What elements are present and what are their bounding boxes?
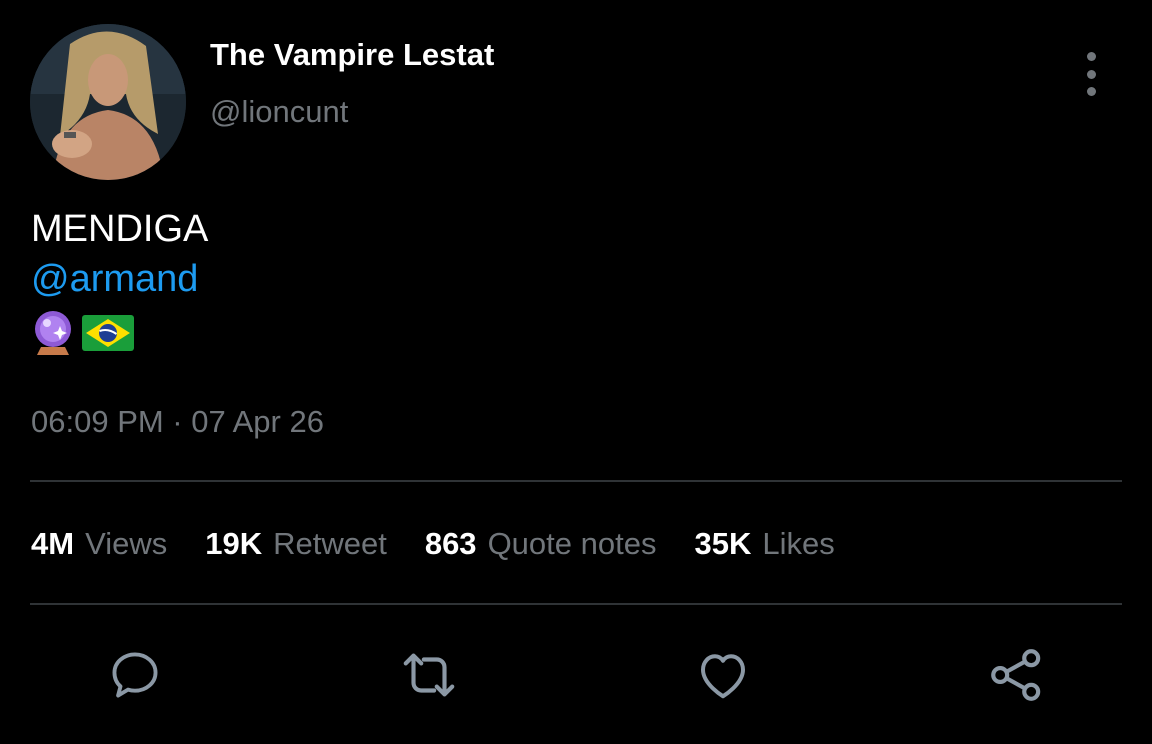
stat-views-value: 4M [31, 526, 75, 561]
stat-retweets[interactable]: 19K Retweet [205, 526, 387, 562]
emoji-row [31, 308, 208, 358]
user-handle[interactable]: @lioncunt [210, 93, 494, 131]
stat-likes-label: Likes [762, 526, 835, 561]
stat-quotes[interactable]: 863 Quote notes [425, 526, 657, 562]
tweet-body: MENDIGA @armand [31, 204, 208, 358]
divider [30, 480, 1122, 482]
stat-quotes-value: 863 [424, 526, 477, 561]
divider [30, 603, 1122, 605]
like-button[interactable] [688, 640, 758, 710]
tweet-timestamp[interactable]: 06:09 PM · 07 Apr 26 [31, 402, 324, 442]
more-options-icon[interactable] [1076, 52, 1106, 96]
more-dot [1086, 87, 1096, 96]
tweet-actions [0, 640, 1152, 710]
tweet-stats: 4M Views 19K Retweet 863 Quote notes 35K… [31, 522, 873, 566]
tweet-detail: The Vampire Lestat @lioncunt MENDIGA @ar… [0, 0, 1152, 744]
display-name[interactable]: The Vampire Lestat [210, 36, 494, 74]
stat-views[interactable]: 4M Views [31, 526, 167, 562]
share-button[interactable] [982, 640, 1052, 710]
tweet-text: MENDIGA [31, 208, 209, 250]
more-dot [1086, 52, 1096, 61]
crystal-ball-emoji [35, 311, 71, 355]
stat-retweets-label: Retweet [273, 526, 387, 561]
stat-likes-value: 35K [694, 526, 752, 561]
brazil-flag-emoji [82, 315, 134, 351]
stat-likes[interactable]: 35K Likes [694, 526, 834, 562]
mention-link[interactable]: @armand [31, 254, 208, 304]
stat-quotes-label: Quote notes [487, 526, 657, 561]
author-names: The Vampire Lestat @lioncunt [210, 36, 494, 131]
stat-retweets-value: 19K [205, 526, 263, 561]
retweet-icon [403, 653, 455, 697]
more-dot [1086, 69, 1096, 79]
avatar-image [30, 24, 186, 180]
tweet-header: The Vampire Lestat @lioncunt [30, 24, 1122, 182]
like-icon [701, 654, 745, 699]
share-icon [991, 649, 1041, 701]
reply-button[interactable] [100, 640, 170, 710]
avatar[interactable] [30, 24, 186, 180]
reply-icon [112, 652, 158, 698]
stat-views-label: Views [85, 526, 168, 561]
retweet-button[interactable] [394, 640, 464, 710]
